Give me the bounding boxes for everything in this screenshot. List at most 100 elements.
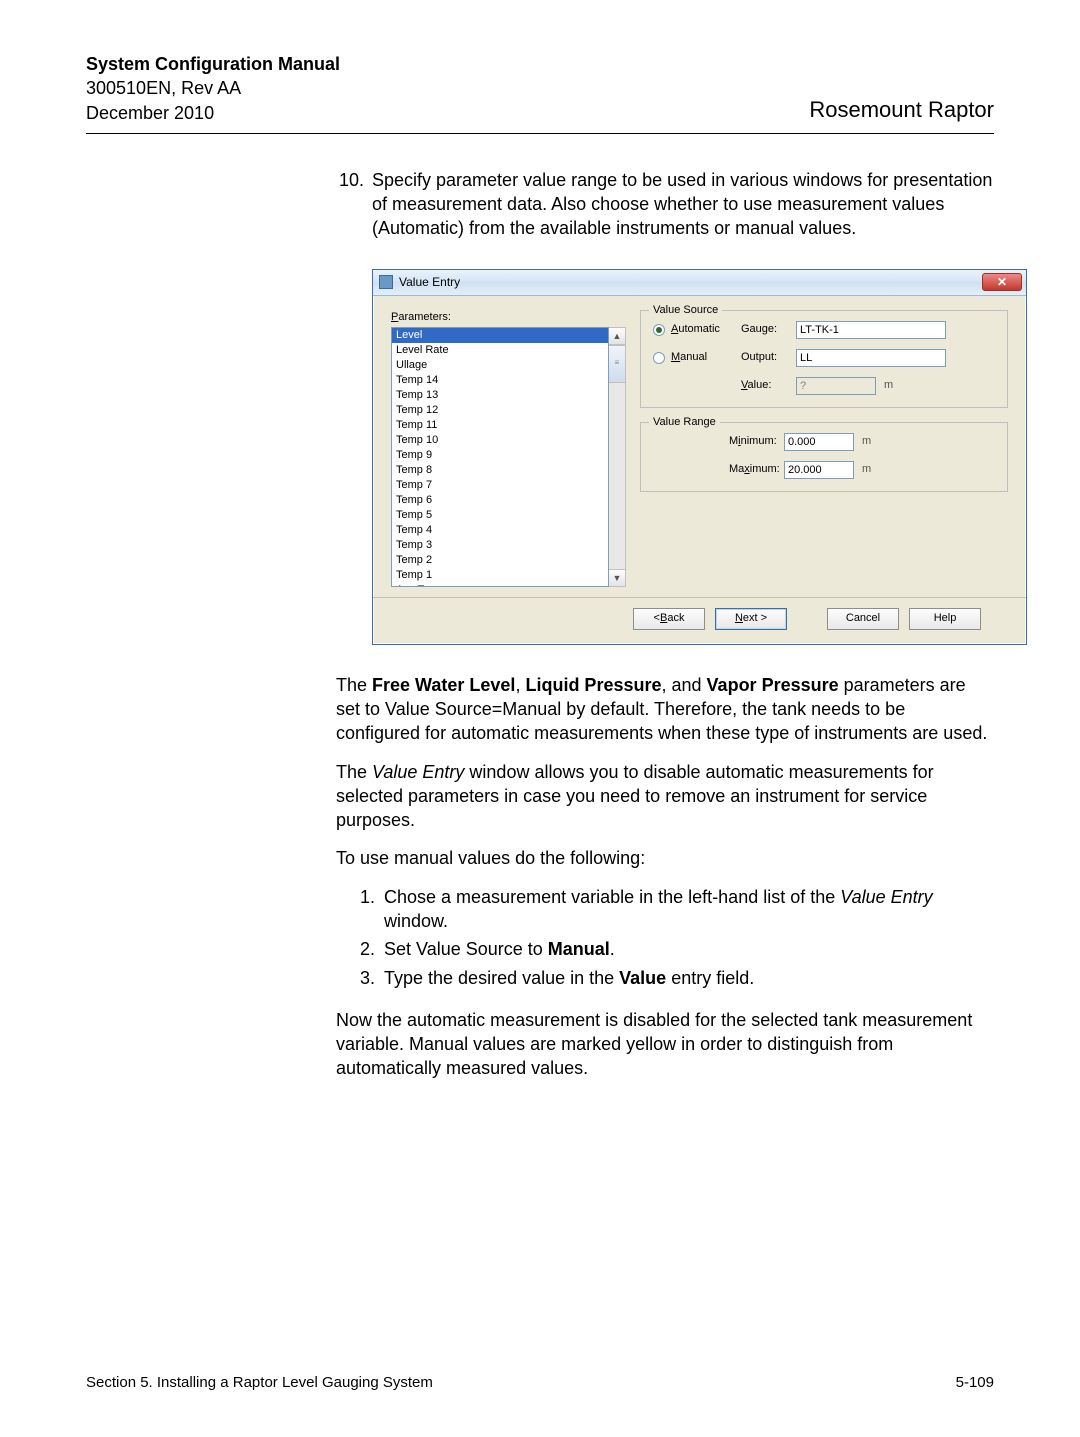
text-bold: Manual <box>548 939 610 959</box>
parameter-item[interactable]: Avg Temp <box>392 583 608 587</box>
value-entry-dialog: Value Entry ✕ Parameters: LevelLevel Rat… <box>372 269 1027 645</box>
parameter-item[interactable]: Temp 8 <box>392 463 608 478</box>
manual-row: Manual Output: <box>653 349 995 367</box>
text: window. <box>384 911 448 931</box>
parameter-item[interactable]: Temp 6 <box>392 493 608 508</box>
scroll-thumb[interactable]: ≡ <box>609 345 625 383</box>
titlebar-left: Value Entry <box>379 274 460 290</box>
text: Set Value Source to <box>384 939 548 959</box>
text-bold: Liquid Pressure <box>525 675 661 695</box>
doc-title: System Configuration Manual <box>86 52 340 76</box>
scroll-down-button[interactable]: ▼ <box>609 569 625 586</box>
text: . <box>610 939 615 959</box>
text: Chose a measurement variable in the left… <box>384 887 840 907</box>
header-left: System Configuration Manual 300510EN, Re… <box>86 52 340 125</box>
value-source-title: Value Source <box>649 303 722 318</box>
parameter-item[interactable]: Ullage <box>392 358 608 373</box>
paragraph-3: To use manual values do the following: <box>336 846 994 870</box>
dialog-title: Value Entry <box>399 274 460 290</box>
minimum-input[interactable] <box>784 433 854 451</box>
back-button[interactable]: < Back <box>633 608 705 630</box>
list-number: 2. <box>360 937 384 961</box>
text-bold: Vapor Pressure <box>707 675 839 695</box>
parameter-item[interactable]: Temp 7 <box>392 478 608 493</box>
value-row: Value: m <box>665 377 995 395</box>
step-number: 10. <box>336 168 372 241</box>
list-text: Chose a measurement variable in the left… <box>384 885 994 934</box>
parameter-item[interactable]: Temp 13 <box>392 388 608 403</box>
footer-section: Section 5. Installing a Raptor Level Gau… <box>86 1374 433 1391</box>
parameters-panel: Parameters: LevelLevel RateUllageTemp 14… <box>391 310 626 587</box>
parameter-item[interactable]: Temp 1 <box>392 568 608 583</box>
text: entry field. <box>666 968 754 988</box>
gauge-label: Gauge: <box>741 322 796 337</box>
product-name: Rosemount Raptor <box>809 97 994 125</box>
paragraph-1: The Free Water Level, Liquid Pressure, a… <box>336 673 994 746</box>
dialog-footer: < Back Next > Cancel Help <box>373 597 1026 644</box>
manual-label[interactable]: Manual <box>671 350 741 365</box>
parameter-item[interactable]: Temp 2 <box>392 553 608 568</box>
right-panel: Value Source Automatic Gauge: Manual O <box>640 310 1008 587</box>
value-range-title: Value Range <box>649 415 720 430</box>
minimum-row: Minimum: m <box>653 433 995 451</box>
page: System Configuration Manual 300510EN, Re… <box>0 0 1080 1437</box>
automatic-label[interactable]: Automatic <box>671 322 741 337</box>
footer-page: 5-109 <box>956 1374 994 1391</box>
text: , and <box>662 675 707 695</box>
minimum-label: Minimum: <box>729 434 784 449</box>
value-input[interactable] <box>796 377 876 395</box>
maximum-unit: m <box>862 462 871 477</box>
parameters-listbox-wrap: LevelLevel RateUllageTemp 14Temp 13Temp … <box>391 327 626 587</box>
automatic-radio[interactable] <box>653 324 665 336</box>
parameter-item[interactable]: Temp 14 <box>392 373 608 388</box>
maximum-label: Maximum: <box>729 462 784 477</box>
page-footer: Section 5. Installing a Raptor Level Gau… <box>86 1374 994 1391</box>
parameter-item[interactable]: Temp 4 <box>392 523 608 538</box>
value-label: Value: <box>741 378 796 393</box>
list-text: Type the desired value in the Value entr… <box>384 966 754 990</box>
text: Type the desired value in the <box>384 968 619 988</box>
parameter-item[interactable]: Temp 3 <box>392 538 608 553</box>
app-icon <box>379 275 393 289</box>
output-input[interactable] <box>796 349 946 367</box>
cancel-button[interactable]: Cancel <box>827 608 899 630</box>
scrollbar[interactable]: ▲ ≡ ▼ <box>609 327 626 587</box>
scroll-track[interactable] <box>609 383 625 569</box>
list-number: 3. <box>360 966 384 990</box>
parameter-item[interactable]: Temp 11 <box>392 418 608 433</box>
maximum-row: Maximum: m <box>653 461 995 479</box>
step-text: Specify parameter value range to be used… <box>372 168 994 241</box>
text: The <box>336 675 372 695</box>
close-icon: ✕ <box>997 274 1007 290</box>
dialog-screenshot: Value Entry ✕ Parameters: LevelLevel Rat… <box>372 269 994 645</box>
doc-ref: 300510EN, Rev AA <box>86 76 340 100</box>
footer-spacer <box>391 608 623 630</box>
value-unit: m <box>884 378 893 393</box>
step-10: 10. Specify parameter value range to be … <box>336 168 994 241</box>
next-button[interactable]: Next > <box>715 608 787 630</box>
parameters-listbox[interactable]: LevelLevel RateUllageTemp 14Temp 13Temp … <box>391 327 609 587</box>
text-bold: Value <box>619 968 666 988</box>
parameter-item[interactable]: Temp 9 <box>392 448 608 463</box>
parameter-item[interactable]: Level Rate <box>392 343 608 358</box>
parameter-item[interactable]: Temp 12 <box>392 403 608 418</box>
text-italic: Value Entry <box>372 762 464 782</box>
list-item: 1.Chose a measurement variable in the le… <box>360 885 994 934</box>
main-content: 10. Specify parameter value range to be … <box>336 168 994 1081</box>
scroll-up-button[interactable]: ▲ <box>609 328 625 345</box>
gauge-input[interactable] <box>796 321 946 339</box>
output-label: Output: <box>741 350 796 365</box>
close-button[interactable]: ✕ <box>982 273 1022 291</box>
manual-radio[interactable] <box>653 352 665 364</box>
help-button[interactable]: Help <box>909 608 981 630</box>
parameters-label: Parameters: <box>391 310 626 325</box>
list-number: 1. <box>360 885 384 934</box>
parameter-item[interactable]: Temp 10 <box>392 433 608 448</box>
parameter-item[interactable]: Temp 5 <box>392 508 608 523</box>
dialog-titlebar[interactable]: Value Entry ✕ <box>373 270 1026 296</box>
header-rule <box>86 133 994 134</box>
list-item: 3.Type the desired value in the Value en… <box>360 966 994 990</box>
paragraph-4: Now the automatic measurement is disable… <box>336 1008 994 1081</box>
maximum-input[interactable] <box>784 461 854 479</box>
parameter-item[interactable]: Level <box>392 328 608 343</box>
